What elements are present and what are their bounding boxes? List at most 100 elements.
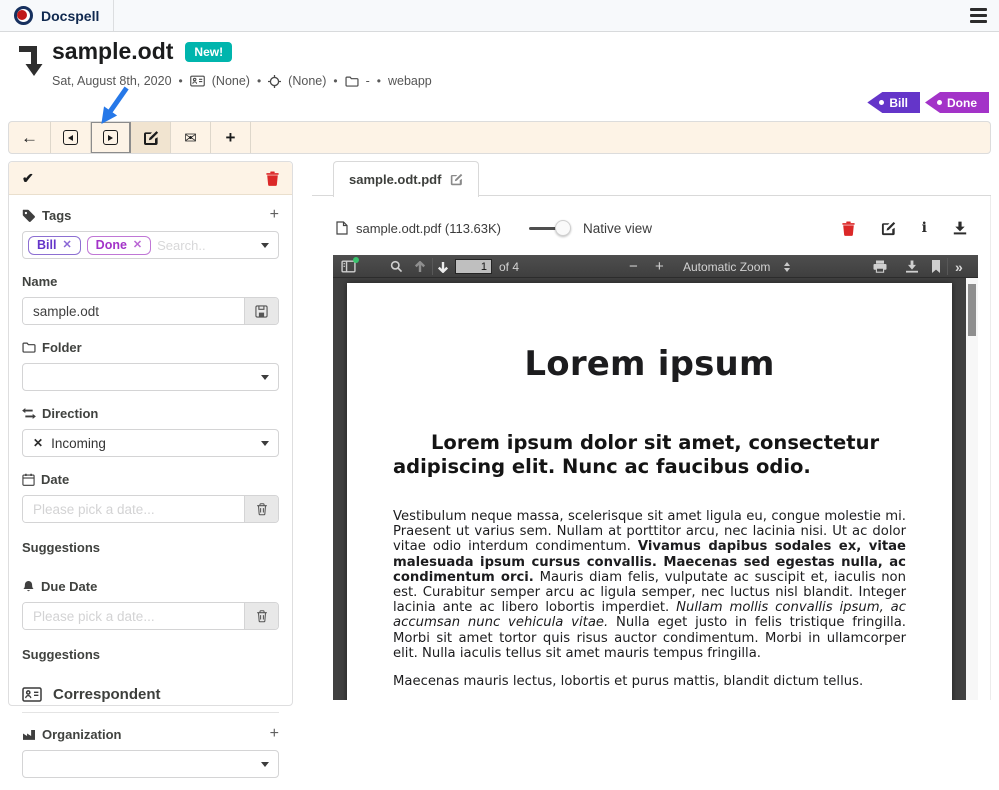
download-icon [905,260,919,273]
item-date: Sat, August 8th, 2020 [52,74,172,88]
folder-icon [345,76,359,87]
new-badge: New! [185,42,232,62]
tag-search-input[interactable] [157,238,254,253]
name-input[interactable] [23,298,244,324]
doc-title: Lorem ipsum [393,344,906,384]
pdf-next-page-button[interactable] [437,255,449,278]
attachment-tabs: sample.odt.pdf [312,161,991,196]
next-item-button[interactable] [91,122,131,153]
due-date-input[interactable] [23,603,244,629]
tag-chip-done[interactable]: Done✕ [87,236,151,255]
folder-label-row: Folder [22,340,279,355]
pdf-page-field [455,255,492,278]
brand-link[interactable]: Docspell [0,0,114,31]
doc-paragraph: Maecenas mauris lectus, lobortis et puru… [393,674,906,689]
divider [22,712,279,713]
direction-select[interactable]: ✕ Incoming [22,429,279,457]
edit-icon[interactable] [450,173,463,186]
send-mail-button[interactable]: ✉ [171,122,211,153]
industry-icon [22,728,36,740]
tags-multiselect[interactable]: Bill✕ Done✕ [22,231,279,259]
save-name-button[interactable] [244,298,278,324]
item-correspondent: (None) [212,74,250,88]
edit-icon [881,221,896,236]
clear-date-button[interactable] [244,496,278,522]
remove-value-icon[interactable]: ✕ [33,436,43,450]
attachment-file-label: sample.odt.pdf (113.63K) [336,221,501,236]
pdf-more-tools-button[interactable]: » [955,255,962,278]
exchange-icon [22,408,36,419]
date-input[interactable] [23,496,244,522]
edit-attachment-button[interactable] [881,221,896,236]
chevron-down-icon [261,762,269,767]
pdf-page: Lorem ipsum Lorem ipsum dolor sit amet, … [347,283,952,700]
edit-metadata-button[interactable] [131,122,171,153]
remove-tag-icon[interactable]: ✕ [133,238,142,251]
pdf-zoom-in-button[interactable]: + [655,255,664,278]
add-files-button[interactable]: + [211,122,251,153]
attachment-info-button[interactable]: i [922,221,927,235]
add-organization-button[interactable]: + [270,726,279,742]
name-field-group [22,297,279,325]
envelope-icon: ✉ [184,129,197,147]
pdf-sidebar-toggle-button[interactable] [341,255,356,278]
tags-icon [22,209,36,222]
pdf-viewer: of 4 − + Automatic Zoom » Lorem ipsum Lo… [333,255,978,700]
pdf-zoom-out-button[interactable]: − [629,255,638,278]
crosshair-icon [268,75,281,88]
confirm-check-icon[interactable]: ✔ [22,170,34,187]
item-action-toolbar: ← ✉ + [8,121,991,154]
tag-bill: Bill [867,92,920,113]
page-title: sample.odt [52,38,173,65]
bookmark-icon [931,260,941,273]
page-count-label: of 4 [499,255,519,278]
date-suggestions-label: Suggestions [22,540,279,555]
page-number-input[interactable] [455,259,492,274]
arrow-up-icon [414,261,426,273]
pdf-scrollbar[interactable] [966,278,978,700]
clear-due-date-button[interactable] [244,603,278,629]
remove-tag-icon[interactable]: ✕ [62,238,71,251]
item-tags: Bill Done [867,92,989,113]
pdf-download-button[interactable] [905,255,919,278]
pdf-search-button[interactable] [390,255,403,278]
sidebar-header: ✔ [9,162,292,195]
chevron-down-icon [261,441,269,446]
save-icon [255,305,268,318]
bell-icon [22,580,35,593]
folder-select[interactable] [22,363,279,391]
trash-outline-icon [255,502,269,516]
item-source: webapp [388,74,432,88]
due-date-label-row: Due Date [22,579,279,594]
direction-value: Incoming [51,436,106,451]
scrollbar-thumb[interactable] [968,284,976,336]
date-field-group [22,495,279,523]
plus-icon: + [226,128,236,148]
pdf-previous-page-button[interactable] [414,255,426,278]
zoom-level-label: Automatic Zoom [683,260,770,274]
back-arrow-icon: ← [21,128,38,148]
download-attachment-button[interactable] [953,221,967,235]
tab-sample-odt-pdf[interactable]: sample.odt.pdf [333,161,479,197]
trash-icon [842,221,855,236]
calendar-icon [22,473,35,486]
previous-item-button[interactable] [51,122,91,153]
delete-attachment-button[interactable] [842,221,855,236]
native-view-toggle[interactable] [529,220,571,236]
pdf-zoom-select[interactable]: Automatic Zoom [677,255,796,278]
hamburger-menu-icon[interactable] [970,8,987,23]
add-tag-button[interactable]: + [270,207,279,223]
chevron-down-icon[interactable] [261,243,269,248]
item-arrow-icon [17,42,44,83]
tag-chip-bill[interactable]: Bill✕ [28,236,81,255]
organization-select[interactable] [22,750,279,778]
back-button[interactable]: ← [9,122,51,153]
delete-item-button[interactable] [266,171,279,186]
pdf-print-button[interactable] [873,255,887,278]
doc-heading: Lorem ipsum dolor sit amet, consectetur … [393,431,906,479]
attachment-file-row: sample.odt.pdf (113.63K) Native view i [336,217,967,239]
item-folder: - [366,74,370,88]
info-icon: i [922,221,927,235]
due-date-suggestions-label: Suggestions [22,647,279,662]
pdf-bookmark-button[interactable] [931,255,941,278]
